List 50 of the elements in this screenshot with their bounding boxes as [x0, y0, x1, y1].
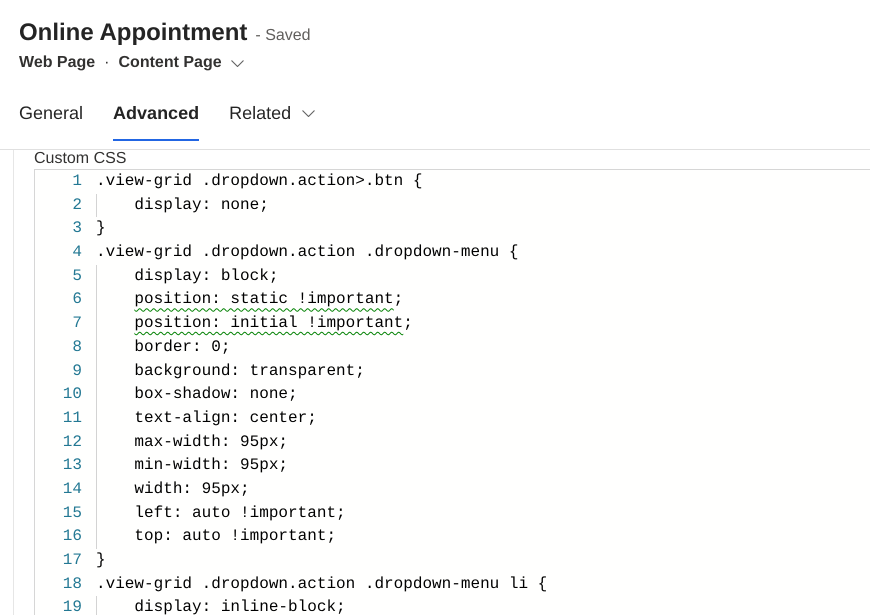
entity-name: Web Page	[19, 53, 96, 73]
code-line: width: 95px;	[134, 478, 250, 500]
line-number: 15	[62, 502, 82, 524]
code-line: min-width: 95px;	[134, 455, 288, 476]
line-number: 7	[71, 313, 82, 334]
line-number: 9	[71, 360, 82, 382]
line-number: 19	[62, 597, 82, 615]
tab[interactable]: Advanced	[113, 89, 200, 141]
code-line: left: auto !important;	[134, 502, 346, 524]
tab[interactable]: Related	[229, 89, 316, 141]
code-line: top: auto !important;	[134, 526, 336, 548]
line-number: 4	[71, 242, 82, 264]
code-line: .view-grid .dropdown.action>.btn {	[96, 171, 422, 192]
line-number: 8	[71, 336, 82, 358]
line-number: 12	[62, 432, 82, 453]
code-editor[interactable]	[34, 169, 870, 615]
code-line: display: none;	[134, 194, 269, 216]
line-number: 2	[71, 194, 82, 216]
line-number: 10	[62, 384, 82, 406]
line-number: 6	[71, 289, 82, 310]
code-line: .view-grid .dropdown.action .dropdown-menu li {	[96, 574, 548, 595]
line-number: 11	[62, 408, 82, 429]
code-line: max-width: 95px;	[134, 432, 288, 453]
code-line: border: 0;	[134, 336, 230, 358]
code-line: background: transparent;	[134, 360, 365, 382]
line-number: 13	[62, 455, 82, 476]
separator: ·	[104, 53, 110, 73]
caret-icon	[302, 110, 316, 116]
code-line: }	[96, 218, 106, 240]
record-title: Online Appointment	[19, 18, 248, 48]
save-status: - Saved	[255, 26, 311, 46]
caret-icon	[230, 60, 244, 66]
code-line: display: block;	[134, 266, 278, 287]
line-number: 17	[62, 550, 82, 571]
code-line: box-shadow: none;	[134, 384, 298, 406]
code-line: text-align: center;	[134, 408, 317, 429]
line-number: 16	[62, 526, 82, 548]
code-line: display: inline-block;	[134, 597, 346, 615]
line-number: 18	[62, 574, 82, 595]
code-line: .view-grid .dropdown.action .dropdown-menu {	[96, 242, 518, 264]
code-line: }	[96, 550, 106, 571]
form-switcher[interactable]: Content Page	[118, 51, 244, 75]
line-number: 3	[71, 218, 82, 240]
line-number: 1	[71, 171, 82, 192]
code-line: position: static !important;	[134, 289, 404, 310]
line-number: 5	[71, 266, 82, 287]
field-label: Custom CSS	[34, 150, 126, 167]
tab[interactable]: General	[19, 89, 84, 141]
line-number: 14	[62, 478, 82, 500]
code-line: position: initial !important;	[134, 313, 413, 334]
